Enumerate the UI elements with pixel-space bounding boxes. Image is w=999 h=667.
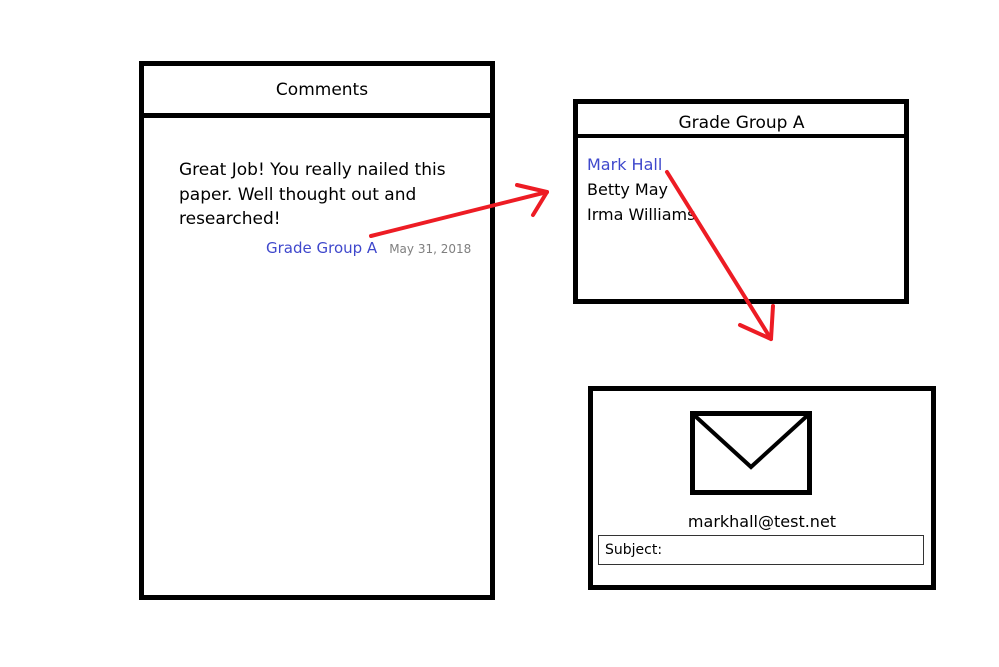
member-list: Mark Hall Betty May Irma Williams: [587, 152, 695, 227]
comment-group-link[interactable]: Grade Group A: [266, 239, 377, 257]
comments-header: Comments: [144, 66, 490, 118]
comments-title: Comments: [275, 79, 369, 100]
member-item-mark-hall[interactable]: Mark Hall: [587, 152, 695, 177]
grade-group-header: Grade Group A: [578, 104, 904, 138]
comment-text: Great Job! You really nailed this paper.…: [179, 160, 446, 229]
subject-field[interactable]: Subject:: [598, 535, 924, 565]
member-item-betty-may[interactable]: Betty May: [587, 177, 695, 202]
envelope-icon[interactable]: [690, 411, 812, 495]
comment-date: May 31, 2018: [389, 242, 472, 256]
grade-group-panel: Grade Group A Mark Hall Betty May Irma W…: [573, 99, 909, 304]
comment-meta: Grade Group A May 31, 2018: [266, 238, 471, 257]
email-panel: markhall@test.net Subject:: [588, 386, 936, 590]
grade-group-title: Grade Group A: [678, 113, 805, 133]
comments-panel: Comments Great Job! You really nailed th…: [139, 61, 495, 600]
email-address[interactable]: markhall@test.net: [593, 512, 931, 531]
member-item-irma-williams[interactable]: Irma Williams: [587, 202, 695, 227]
subject-label: Subject:: [605, 542, 663, 558]
